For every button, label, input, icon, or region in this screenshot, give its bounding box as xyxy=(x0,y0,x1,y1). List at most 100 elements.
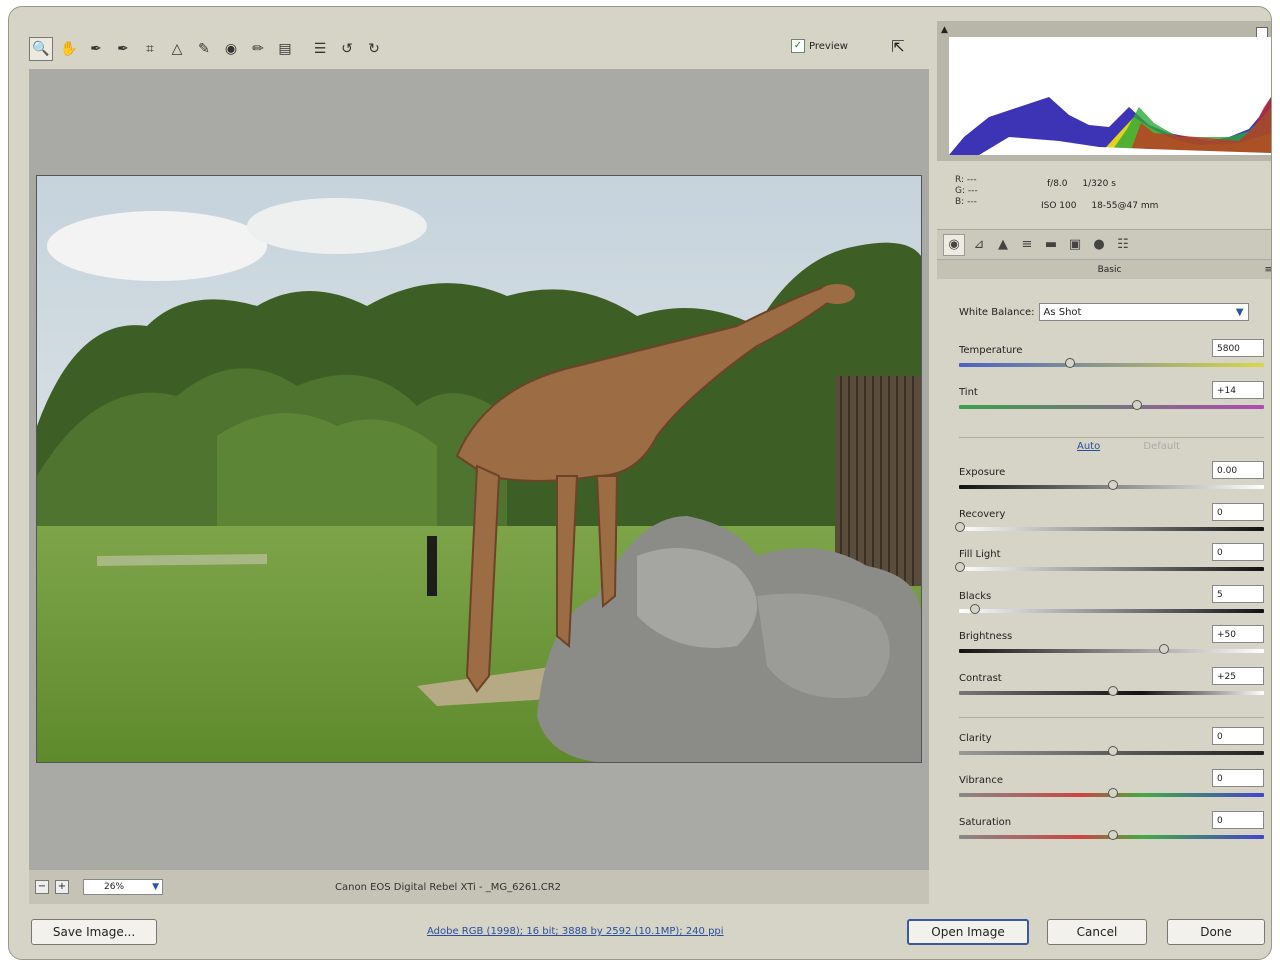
blacks-slider-track[interactable] xyxy=(959,609,1264,613)
zoom-in-button[interactable]: + xyxy=(55,880,69,894)
tab-camera-calibration[interactable]: ● xyxy=(1089,235,1109,255)
crop-tool[interactable]: ⌗ xyxy=(139,38,161,60)
gradient-tool[interactable]: ▤ xyxy=(274,38,296,60)
lens-info: ISO 100 18-55@47 mm xyxy=(1041,201,1170,211)
brightness-slider-track[interactable] xyxy=(959,649,1264,653)
temperature-label: Temperature xyxy=(959,345,1023,356)
exposure-value-field[interactable]: 0.00 xyxy=(1212,461,1264,479)
auto-link[interactable]: Auto xyxy=(1077,441,1100,452)
tint-label: Tint xyxy=(959,387,978,398)
tint-slider-track[interactable] xyxy=(959,405,1264,409)
zoom-out-button[interactable]: − xyxy=(35,880,49,894)
preferences-tool[interactable]: ☰ xyxy=(309,38,331,60)
shadow-clipping-icon[interactable]: ▲ xyxy=(941,25,951,35)
clarity-label: Clarity xyxy=(959,733,992,744)
brush-tool[interactable]: ✏ xyxy=(247,38,269,60)
workflow-options-link[interactable]: Adobe RGB (1998); 16 bit; 3888 by 2592 (… xyxy=(427,926,724,937)
fullscreen-icon[interactable]: ⇱ xyxy=(887,35,909,57)
white-balance-label: White Balance: xyxy=(959,306,1035,318)
saturation-value-field[interactable]: 0 xyxy=(1212,811,1264,829)
recovery-slider-thumb[interactable] xyxy=(955,522,965,532)
detail-icon: ▲ xyxy=(998,237,1008,252)
blacks-slider-thumb[interactable] xyxy=(970,604,981,614)
saturation-slider-thumb[interactable] xyxy=(1107,830,1118,840)
temperature-value-field[interactable]: 5800 xyxy=(1212,339,1264,357)
rgb-readout: R: --- G: --- B: --- xyxy=(955,175,978,208)
zoom-tool[interactable]: 🔍 xyxy=(29,37,53,61)
panel-menu-icon[interactable]: ≡ xyxy=(1264,265,1271,275)
straighten-tool[interactable]: △ xyxy=(166,38,188,60)
tint-control: Tint +14 xyxy=(959,381,1264,429)
tab-lens-corrections[interactable]: ▣ xyxy=(1065,235,1085,255)
white-balance-value: As Shot xyxy=(1043,306,1082,318)
temperature-slider-thumb[interactable] xyxy=(1064,358,1075,368)
info-readout: R: --- G: --- B: --- f/8.0 1/320 s ISO 1… xyxy=(937,161,1271,227)
iso-value: ISO 100 xyxy=(1041,201,1077,211)
tone-curve-icon: ⊿ xyxy=(973,237,985,252)
shutter-value: 1/320 s xyxy=(1082,179,1116,189)
zoom-select[interactable]: 26% ▼ xyxy=(83,879,163,895)
section-title: Basic xyxy=(1097,265,1122,275)
cancel-button[interactable]: Cancel xyxy=(1047,919,1147,945)
tint-value-field[interactable]: +14 xyxy=(1212,381,1264,399)
preview-label: Preview xyxy=(809,40,848,52)
temperature-slider-track[interactable] xyxy=(959,363,1264,367)
camera-raw-dialog: 🔍 ✋ ✒ ✒ ⌗ △ ✎ ◉ ✏ ▤ ☰ ↺ ↻ ✓ Preview ⇱ − … xyxy=(8,6,1272,960)
file-name: Canon EOS Digital Rebel XTi - _MG_6261.C… xyxy=(335,881,562,893)
contrast-slider-thumb[interactable] xyxy=(1107,686,1118,696)
adjustment-panel: ▲ R: --- G: --- B: --- f/8.0 1/320 s ISO… xyxy=(937,21,1271,907)
brightness-value-field[interactable]: +50 xyxy=(1212,625,1264,643)
basic-tab-icon: ◉ xyxy=(948,237,960,252)
rotate-right-tool[interactable]: ↻ xyxy=(363,38,385,60)
chevron-down-icon: ▼ xyxy=(152,882,159,892)
contrast-value-field[interactable]: +25 xyxy=(1212,667,1264,685)
open-image-button[interactable]: Open Image xyxy=(907,919,1029,945)
giraffe-photo xyxy=(36,175,922,763)
white-balance-tool[interactable]: ✒ xyxy=(85,38,107,60)
white-balance-select[interactable]: As Shot ▼ xyxy=(1038,303,1249,321)
hand-tool[interactable]: ✋ xyxy=(58,38,80,60)
exposure-slider-thumb[interactable] xyxy=(1107,480,1118,490)
rotate-left-tool[interactable]: ↺ xyxy=(336,38,358,60)
blue-readout: B: --- xyxy=(955,197,977,207)
contrast-label: Contrast xyxy=(959,673,1002,684)
fill-light-value-field[interactable]: 0 xyxy=(1212,543,1264,561)
split-toning-icon: ▬ xyxy=(1044,237,1058,252)
white-balance-row: White Balance: As Shot ▼ xyxy=(959,303,1249,321)
clarity-value-field[interactable]: 0 xyxy=(1212,727,1264,745)
recovery-slider-track[interactable] xyxy=(959,527,1264,531)
divider xyxy=(959,717,1264,718)
default-link[interactable]: Default xyxy=(1143,441,1180,452)
save-image-button[interactable]: Save Image... xyxy=(31,919,157,945)
done-button[interactable]: Done xyxy=(1167,919,1265,945)
fill-light-slider-track[interactable] xyxy=(959,567,1264,571)
tab-basic[interactable]: ◉ xyxy=(943,233,965,256)
panel-tabs: ◉ ⊿ ▲ ≡ ▬ ▣ ● ☷ xyxy=(937,229,1271,259)
vibrance-value-field[interactable]: 0 xyxy=(1212,769,1264,787)
tab-split-toning[interactable]: ▬ xyxy=(1041,235,1061,255)
preview-checkbox[interactable]: ✓ xyxy=(791,39,805,53)
preview-toggle[interactable]: ✓ Preview xyxy=(791,39,848,53)
zoom-value: 26% xyxy=(104,882,125,892)
tint-slider-thumb[interactable] xyxy=(1131,400,1142,410)
color-sampler-tool[interactable]: ✒ xyxy=(112,38,134,60)
lens-icon: ▣ xyxy=(1068,237,1082,252)
retouch-tool[interactable]: ✎ xyxy=(193,38,215,60)
blacks-label: Blacks xyxy=(959,591,992,602)
tab-hsl[interactable]: ≡ xyxy=(1017,235,1037,255)
fill-light-slider-thumb[interactable] xyxy=(955,562,965,572)
brightness-slider-thumb[interactable] xyxy=(1159,644,1170,654)
divider xyxy=(959,437,1264,438)
clarity-slider-thumb[interactable] xyxy=(1107,746,1118,756)
dialog-footer: Save Image... Adobe RGB (1998); 16 bit; … xyxy=(9,901,1271,959)
tab-presets[interactable]: ☷ xyxy=(1113,235,1133,255)
aperture-value: f/8.0 xyxy=(1047,179,1068,189)
saturation-control: Saturation 0 xyxy=(959,811,1264,859)
recovery-value-field[interactable]: 0 xyxy=(1212,503,1264,521)
section-header: Basic ≡ xyxy=(937,259,1271,281)
red-eye-tool[interactable]: ◉ xyxy=(220,38,242,60)
tab-detail[interactable]: ▲ xyxy=(993,235,1013,255)
tab-tone-curve[interactable]: ⊿ xyxy=(969,235,989,255)
blacks-value-field[interactable]: 5 xyxy=(1212,585,1264,603)
vibrance-slider-thumb[interactable] xyxy=(1107,788,1118,798)
